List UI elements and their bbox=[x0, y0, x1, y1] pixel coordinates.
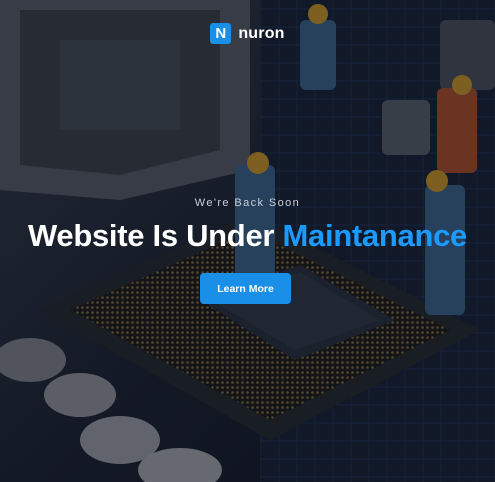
headline-accent: Maintanance bbox=[282, 218, 467, 253]
headline-main: Website Is Under bbox=[28, 218, 275, 253]
brand-name: nuron bbox=[238, 24, 285, 42]
page-headline: Website Is Under Maintanance bbox=[0, 218, 495, 254]
learn-more-button[interactable]: Learn More bbox=[200, 273, 291, 304]
tagline: We're Back Soon bbox=[194, 197, 301, 209]
logo-icon: N bbox=[210, 23, 232, 44]
brand-logo[interactable]: N nuron bbox=[0, 23, 495, 44]
